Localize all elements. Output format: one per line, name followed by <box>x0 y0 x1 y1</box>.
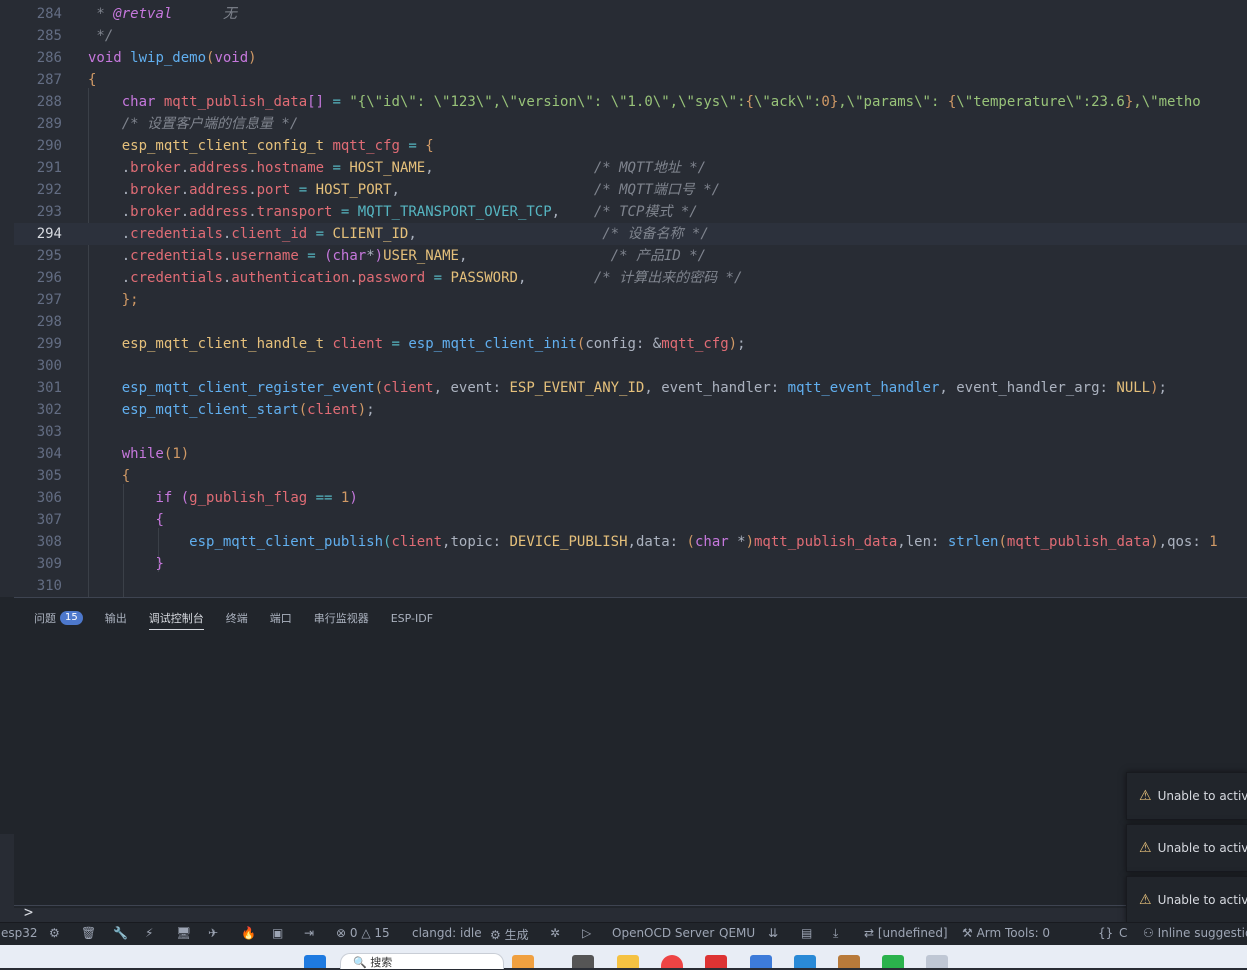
console-input-divider <box>14 905 1126 906</box>
qemu-button[interactable]: QEMU <box>719 926 755 940</box>
code-line: 306 if (g_publish_flag == 1) <box>36 490 358 506</box>
language-mode[interactable]: C <box>1119 926 1127 940</box>
code-line: 303 <box>36 424 62 440</box>
code-line-current: 294 .credentials.client_id = CLIENT_ID, … <box>14 223 1247 245</box>
code-line: 304 while(1) <box>36 446 190 462</box>
wrench-icon[interactable]: 🔧 <box>113 926 128 940</box>
gear-icon[interactable]: ⚙ <box>49 926 60 940</box>
target-chip[interactable]: esp32 <box>1 926 38 940</box>
warning-icon: ⚠ <box>1139 840 1152 856</box>
chrome-icon[interactable] <box>661 955 683 968</box>
warning-icon: ⚠ <box>1139 788 1152 804</box>
notification-toast[interactable]: ⚠ Unable to activ <box>1126 824 1247 872</box>
folder-icon[interactable] <box>617 955 639 968</box>
tab-problems[interactable]: 问题 15 <box>34 608 83 628</box>
code-line: 286 void lwip_demo(void) <box>36 50 257 66</box>
wps-icon[interactable] <box>705 955 727 968</box>
code-line: 285 */ <box>36 28 114 44</box>
code-line: 302 esp_mqtt_client_start(client); <box>36 402 375 418</box>
monitor-icon[interactable]: 🖥 <box>176 926 191 940</box>
code-line: 299 esp_mqtt_client_handle_t client = es… <box>36 336 746 352</box>
tab-serial-monitor[interactable]: 串行监视器 <box>314 608 369 628</box>
code-line: 284 * @retval 无 <box>36 6 237 22</box>
debug-console-prompt[interactable]: > <box>24 903 33 921</box>
notification-toast[interactable]: ⚠ Unable to activ <box>1126 772 1247 820</box>
tab-debug-console[interactable]: 调试控制台 <box>148 608 204 630</box>
warning-icon: △ <box>361 926 371 940</box>
vscode-icon[interactable] <box>794 955 816 968</box>
status-bar: esp32 ⚙ 🗑 🔧 ⚡ 🖥 ✈ 🔥 ▣ ⇥ ⊗ 0 △ 15 clangd:… <box>0 922 1247 945</box>
problems-count-badge: 15 <box>60 611 83 625</box>
code-line: 305 { <box>36 468 131 484</box>
braces-icon[interactable]: {} <box>1098 926 1113 940</box>
warning-icon: ⚠ <box>1139 892 1152 908</box>
export-icon[interactable]: ⇥ <box>304 926 314 940</box>
arm-tools[interactable]: ⚒ Arm Tools: 0 <box>962 926 1050 940</box>
code-line: 296 .credentials.authentication.password… <box>36 270 743 286</box>
code-editor[interactable]: 284 * @retval 无 285 */ 286 void lwip_demo… <box>0 0 1247 597</box>
bottom-panel: 问题 15 输出 调试控制台 终端 端口 串行监视器 ESP-IDF <box>14 597 1247 908</box>
tab-terminal[interactable]: 终端 <box>226 608 248 628</box>
code-line: 308 esp_mqtt_client_publish(client,topic… <box>36 534 1218 550</box>
code-line: 297 }; <box>36 292 139 308</box>
code-line: 288 char mqtt_publish_data[] = "{\"id\":… <box>36 94 1201 110</box>
code-line: 293 .broker.address.transport = MQTT_TRA… <box>36 204 698 220</box>
trash-icon[interactable]: 🗑 <box>81 926 96 940</box>
bug-icon[interactable]: ✲ <box>550 926 560 940</box>
build-button[interactable]: ⚙ 生成 <box>490 926 529 943</box>
code-line: 289 /* 设置客户端的信息量 */ <box>36 116 299 132</box>
editor-icon[interactable] <box>838 955 860 968</box>
wechat-icon[interactable] <box>882 955 904 968</box>
windows-start-icon[interactable] <box>304 955 326 968</box>
panel-tabs: 问题 15 输出 调试控制台 终端 端口 串行监视器 ESP-IDF <box>34 608 433 630</box>
notification-toast[interactable]: ⚠ Unable to activ <box>1126 876 1247 924</box>
notification-stack: ⚠ Unable to activ ⚠ Unable to activ ⚠ Unabl… <box>1126 772 1247 928</box>
app-icon[interactable] <box>926 955 948 968</box>
debug-icon[interactable]: ✈ <box>208 926 218 940</box>
taskbar-search[interactable]: 🔍 搜索 <box>340 953 504 969</box>
problems-indicator[interactable]: ⊗ 0 △ 15 <box>336 926 390 940</box>
clapper-icon[interactable]: ▤ <box>801 926 812 940</box>
flash-download-icon[interactable]: ⤓ <box>833 926 838 941</box>
code-line: 307 { <box>36 512 164 528</box>
code-line: 291 .broker.address.hostname = HOST_NAME… <box>36 160 707 176</box>
code-line: 310 <box>36 578 62 594</box>
windows-taskbar: 🔍 搜索 <box>0 945 1247 969</box>
code-line: 298 <box>36 314 62 330</box>
app-icon[interactable] <box>512 955 534 968</box>
code-line: 295 .credentials.username = (char*)USER_… <box>36 248 707 264</box>
tab-esp-idf[interactable]: ESP-IDF <box>391 608 433 628</box>
code-line: 287{ <box>36 72 97 88</box>
tab-output[interactable]: 输出 <box>105 608 127 628</box>
tab-ports[interactable]: 端口 <box>270 608 292 628</box>
notes-icon[interactable] <box>750 955 772 968</box>
run-icon[interactable]: ▷ <box>582 926 591 940</box>
openocd-server[interactable]: OpenOCD Server <box>612 926 714 940</box>
code-line: 300 <box>36 358 62 374</box>
code-line: 290 esp_mqtt_client_config_t mqtt_cfg = … <box>36 138 434 154</box>
port-indicator[interactable]: ⇄ [undefined] <box>864 926 948 940</box>
inline-suggestion[interactable]: ⚇ Inline suggestion <box>1143 926 1247 940</box>
download-icon[interactable]: ⇊ <box>768 926 778 940</box>
terminal-icon[interactable]: ▣ <box>272 926 283 940</box>
flash-icon[interactable]: ⚡ <box>145 926 153 940</box>
code-line: 309 } <box>36 556 164 572</box>
app-icon[interactable] <box>572 955 594 968</box>
clangd-status[interactable]: clangd: idle <box>412 926 482 940</box>
flame-icon[interactable]: 🔥 <box>241 926 256 940</box>
code-line: 301 esp_mqtt_client_register_event(clien… <box>36 380 1167 396</box>
code-line: 292 .broker.address.port = HOST_PORT, /*… <box>36 182 721 198</box>
